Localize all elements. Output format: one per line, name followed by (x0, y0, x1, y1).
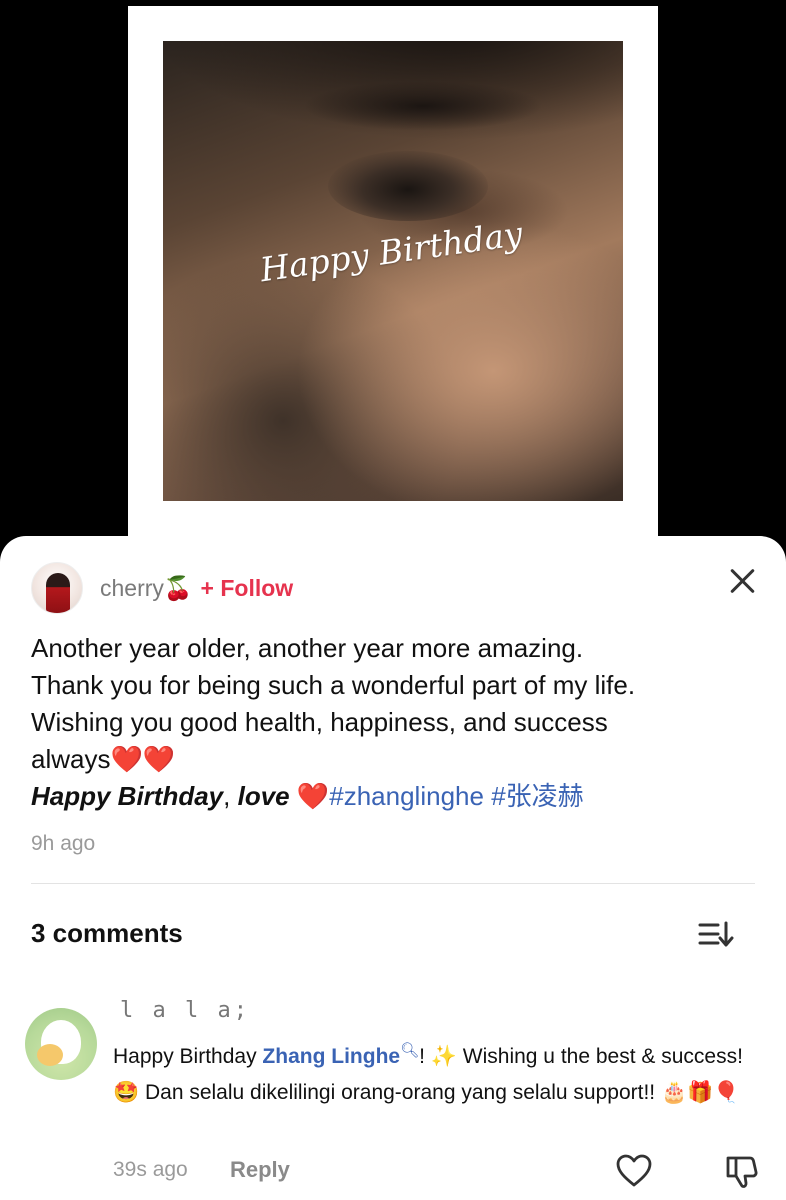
post-detail-sheet: cherry🍒 + Follow Another year older, ano… (0, 536, 786, 1200)
post-image-frame[interactable]: Happy Birthday (128, 6, 658, 566)
caption-line-4: always❤️❤️ (31, 741, 751, 778)
caption-line-2: Thank you for being such a wonderful par… (31, 670, 636, 700)
comments-count: 3 comments (31, 918, 183, 948)
author-avatar[interactable] (31, 562, 83, 614)
close-icon[interactable] (728, 566, 758, 596)
heart-outline-icon[interactable] (616, 1154, 652, 1188)
post-image: Happy Birthday (163, 41, 623, 501)
caption-closing: Happy Birthday, love ❤️#zhanglinghe #张凌赫 (31, 778, 751, 815)
post-caption: Another year older, another year more am… (31, 630, 751, 815)
caption-line-1: Another year older, another year more am… (31, 633, 584, 663)
author-row: cherry🍒 + Follow (31, 562, 293, 614)
sort-icon[interactable] (698, 921, 734, 947)
comment-timestamp: 39s ago (113, 1158, 188, 1181)
commenter-name[interactable]: l a l a; (120, 998, 250, 1023)
closing-love: love (237, 781, 290, 811)
post-timestamp: 9h ago (31, 832, 96, 855)
closing-sep: , (223, 781, 238, 811)
closing-heart-emoji: ❤️ (296, 781, 330, 811)
hearts-emoji: ❤️❤️ (110, 744, 176, 774)
hashtag-link[interactable]: #张凌赫 (491, 781, 583, 811)
hashtag-link[interactable]: #zhanglinghe (329, 781, 484, 811)
commenter-avatar[interactable] (25, 1008, 97, 1080)
closing-bold: Happy Birthday (31, 781, 224, 811)
reply-button[interactable]: Reply (230, 1157, 290, 1183)
thumbs-down-icon[interactable] (724, 1154, 760, 1188)
caption-line-3: Wishing you good health, happiness, and … (31, 707, 608, 737)
comment-text-prefix: Happy Birthday (113, 1045, 263, 1068)
author-name[interactable]: cherry🍒 (100, 575, 193, 602)
image-eye-shade (328, 151, 488, 221)
search-icon[interactable]: 🔍︎ (400, 1042, 419, 1059)
divider (31, 883, 755, 884)
caption-line-4-text: always (31, 744, 111, 774)
comment-text: Happy Birthday Zhang Linghe🔍︎! ✨ Wishing… (113, 1033, 763, 1111)
follow-button[interactable]: + Follow (201, 575, 294, 602)
avatar-figure (46, 573, 70, 613)
image-overlay-text: Happy Birthday (257, 213, 525, 290)
mention-link[interactable]: Zhang Linghe (262, 1045, 400, 1068)
avatar-flower (37, 1044, 63, 1066)
image-brow-shade (303, 81, 543, 131)
